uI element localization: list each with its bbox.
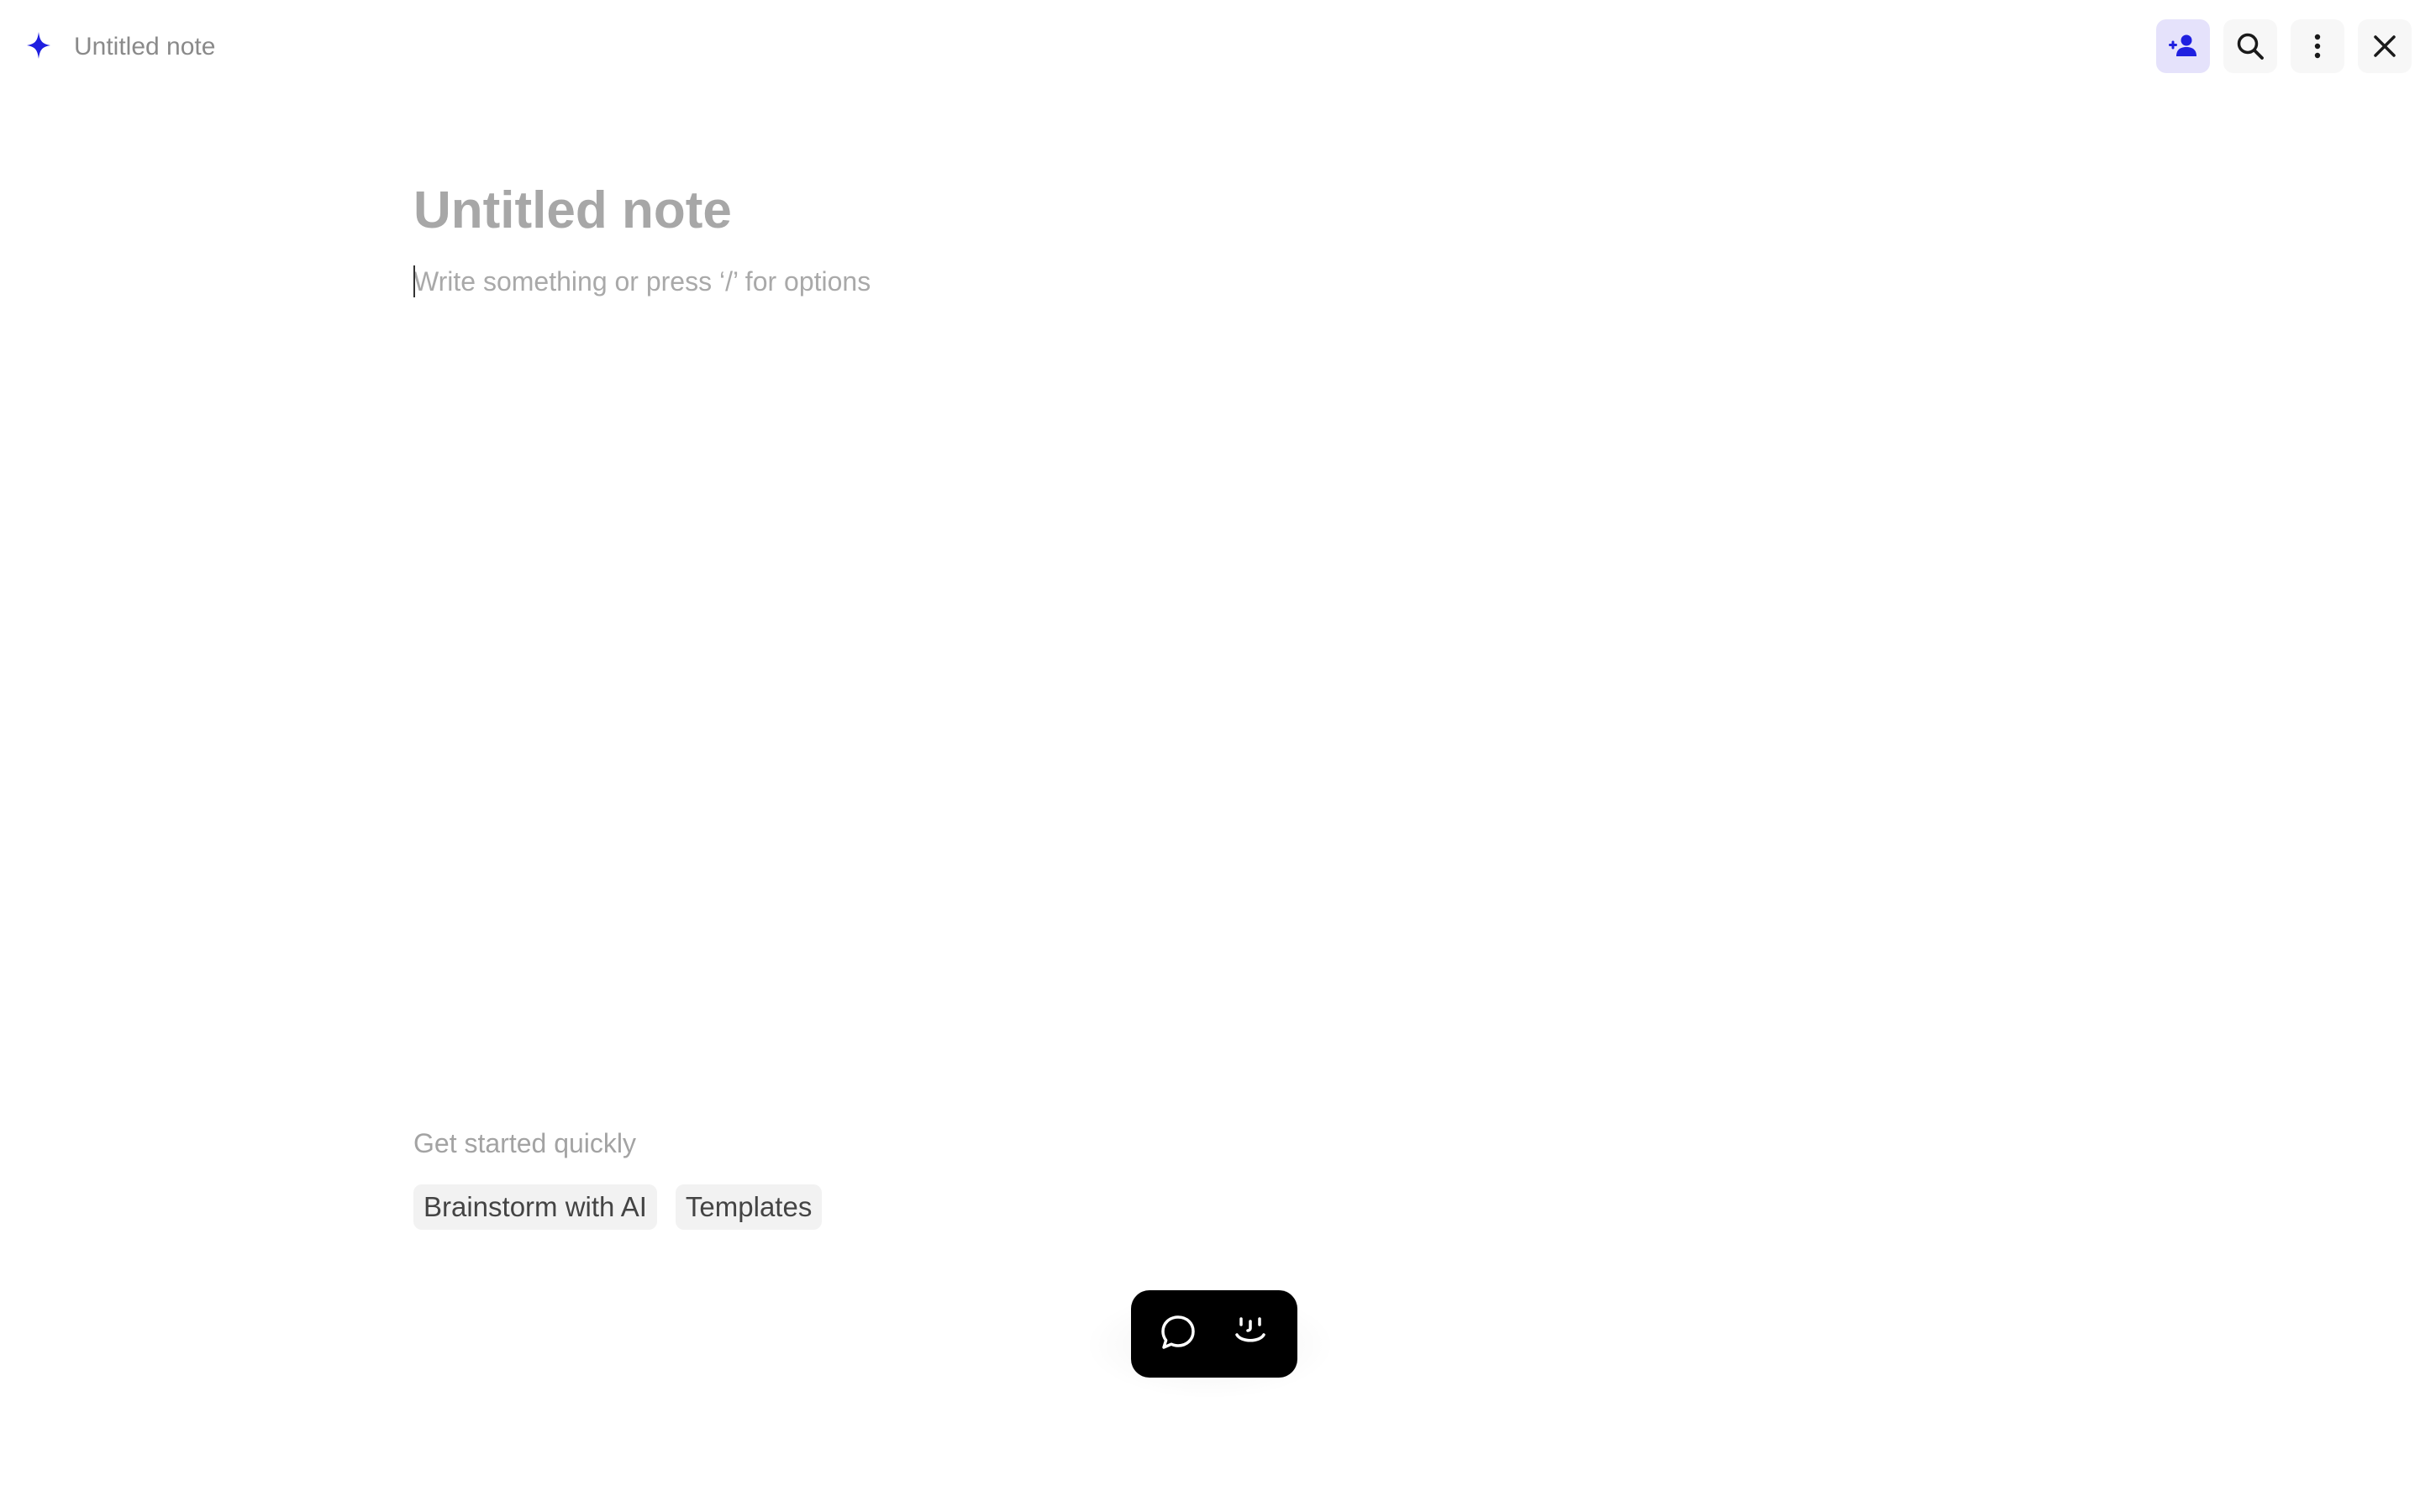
text-cursor — [413, 265, 415, 297]
chat-bubble-icon — [1158, 1312, 1198, 1357]
templates-button[interactable]: Templates — [675, 1184, 823, 1230]
assistant-button[interactable] — [1223, 1307, 1277, 1361]
more-vertical-icon — [2301, 29, 2334, 63]
person-add-icon — [2166, 29, 2200, 63]
share-button[interactable] — [2156, 19, 2210, 73]
sparkle-icon — [25, 30, 52, 60]
note-body-input[interactable]: Write something or press ‘/’ for options — [413, 262, 2010, 301]
close-button[interactable] — [2358, 19, 2412, 73]
get-started-section: Get started quickly Brainstorm with AI T… — [413, 1126, 823, 1230]
brainstorm-with-ai-button[interactable]: Brainstorm with AI — [413, 1184, 657, 1230]
note-title-input[interactable]: Untitled note — [413, 176, 2010, 245]
quickstart-chips: Brainstorm with AI Templates — [413, 1184, 823, 1230]
body-placeholder: Write something or press ‘/’ for options — [413, 266, 871, 297]
note-editor-window: Untitled note Untitled note Write someth… — [0, 0, 2420, 1512]
get-started-heading: Get started quickly — [413, 1128, 636, 1158]
search-button[interactable] — [2223, 19, 2277, 73]
search-icon — [2233, 29, 2267, 63]
floating-toolbar — [1131, 1290, 1297, 1378]
top-bar: Untitled note — [0, 0, 2420, 92]
close-icon — [2368, 29, 2402, 63]
chat-button[interactable] — [1151, 1307, 1205, 1361]
smiley-face-icon — [1230, 1312, 1270, 1357]
editor-area[interactable]: Untitled note Write something or press ‘… — [413, 176, 2010, 301]
note-breadcrumb-title[interactable]: Untitled note — [74, 30, 215, 64]
more-options-button[interactable] — [2291, 19, 2344, 73]
